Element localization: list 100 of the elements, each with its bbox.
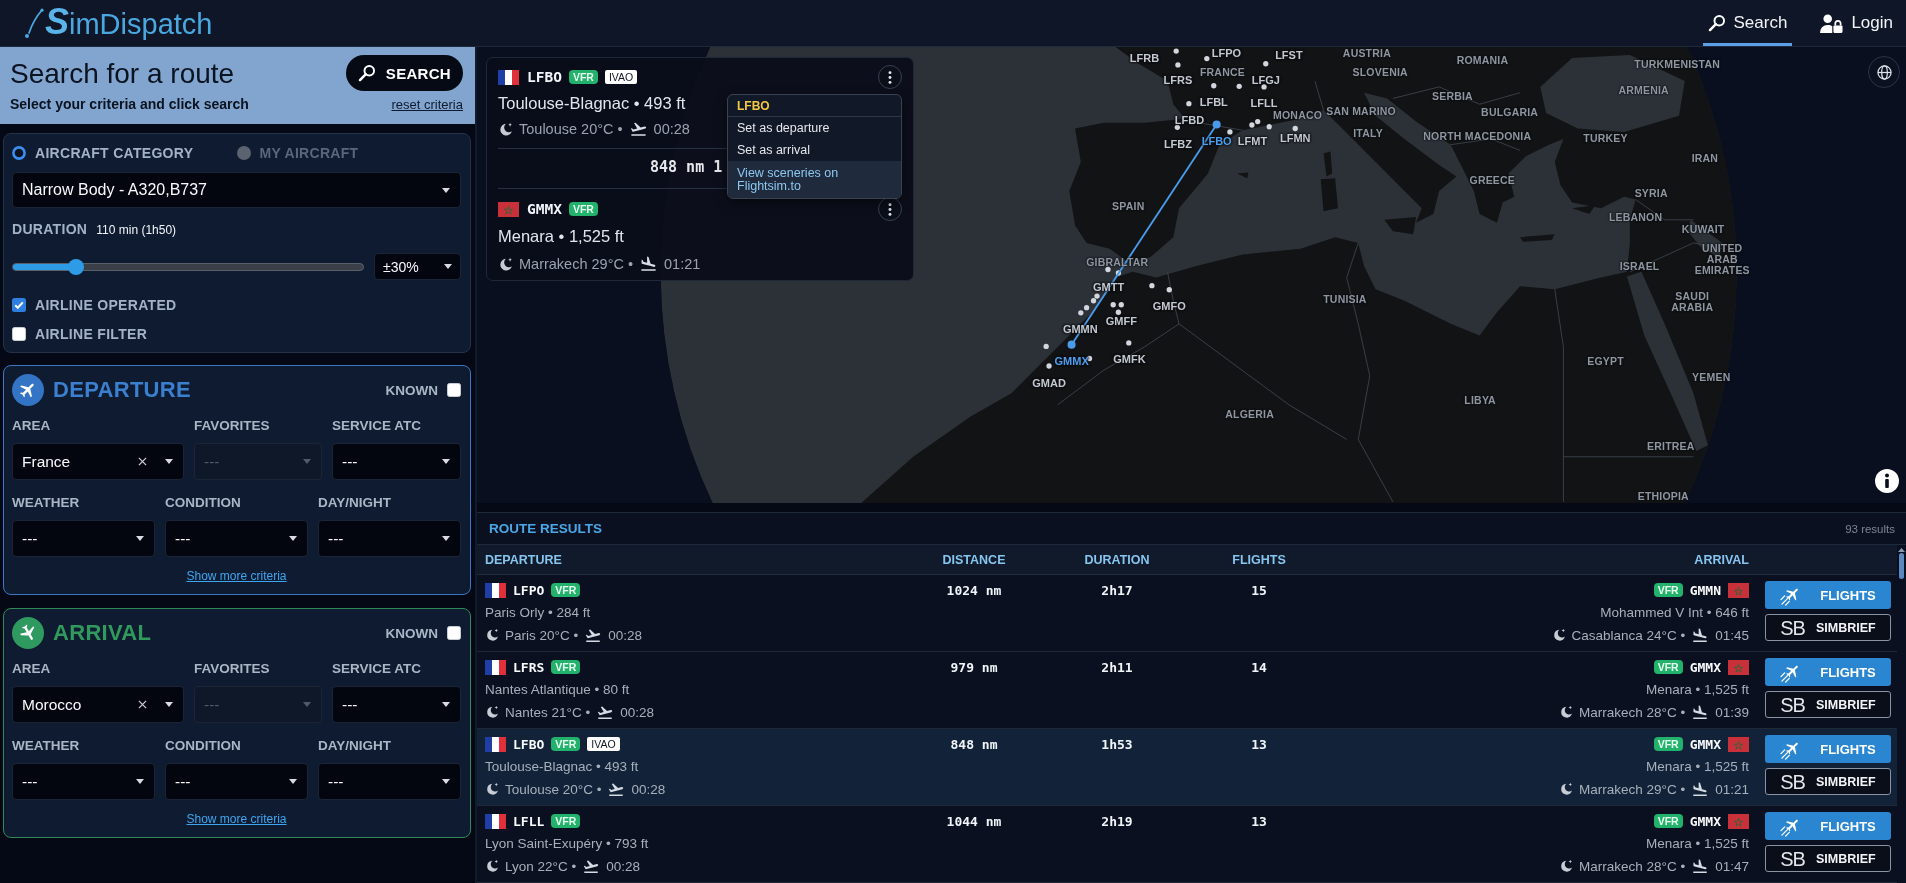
simbrief-button[interactable]: SB SIMBRIEF [1765,845,1891,872]
airport-label[interactable]: GMMX [1054,355,1089,368]
checkbox[interactable] [12,327,26,341]
airport-marker[interactable] [1110,302,1116,308]
airport-label[interactable]: LFBD [1174,114,1205,127]
dropdown[interactable]: ±30% [374,253,461,280]
nav-tab[interactable]: Login [1815,0,1898,46]
dropdown[interactable]: --- [318,763,461,800]
dropdown[interactable]: --- [332,443,461,480]
simbrief-button[interactable]: SB SIMBRIEF [1765,691,1891,718]
dropdown[interactable]: --- [12,763,155,800]
airport-marker[interactable] [1090,298,1097,304]
flight-rules-badge: VFR [551,737,581,751]
radio-label[interactable]: AIRCRAFT CATEGORY [35,145,194,161]
search-button[interactable]: SEARCH [345,55,463,91]
menu-item[interactable]: View sceneries on Flightsim.to [728,161,901,198]
show-more-link[interactable]: Show more criteria [186,569,287,583]
airport-marker[interactable] [1292,125,1298,132]
airport-label[interactable]: GMFF [1105,315,1137,328]
menu-item[interactable]: Set as departure [728,117,901,139]
checkbox-label[interactable]: KNOWN [385,382,438,398]
flights-button[interactable]: FLIGHTS [1765,812,1891,840]
airport-marker[interactable] [1083,305,1090,311]
airport-label[interactable]: GMFK [1113,352,1146,365]
checkbox[interactable] [12,298,26,312]
airport-marker[interactable] [1046,363,1052,369]
checkbox-label[interactable]: AIRLINE OPERATED [35,297,177,313]
flag-icon [1728,582,1749,598]
airport-marker[interactable] [1255,118,1261,125]
airport-label[interactable]: LFRB [1129,51,1160,64]
logo-text[interactable]: SimDispatch [45,4,213,42]
dropdown[interactable]: --- [318,520,461,557]
radio-button[interactable] [236,146,251,160]
airport-marker[interactable] [1174,124,1180,130]
airport-label[interactable]: LFPO [1211,47,1242,60]
airport-marker[interactable] [1149,283,1155,289]
menu-item[interactable]: Set as arrival [728,139,901,161]
dropdown[interactable]: --- [165,520,308,557]
result-row[interactable]: LFBO VFR IVAO Toulouse-Blagnac • 493 ft Toulouse 20°C • 00:28 848 nm 1h53 13 VFR GMMX Menara • 1,525 ft Marrakech 29°C • 01:21 FLIGHTS SB SIMBRIEF [477,729,1897,806]
checkbox-label[interactable]: AIRLINE FILTER [35,326,148,342]
airport-marker[interactable] [1105,266,1111,273]
dropdown[interactable]: --- [165,763,308,800]
map-label: TURKEY [1583,132,1628,144]
dropdown[interactable]: --- [12,520,155,557]
more-button[interactable] [878,65,902,89]
airport-label[interactable]: LFMN [1280,132,1311,145]
flights-button[interactable]: FLIGHTS [1765,735,1891,763]
checkbox-label[interactable]: KNOWN [385,625,438,641]
time-text: 01:21 [664,256,701,272]
clear-icon[interactable] [138,457,147,466]
dropdown[interactable]: France [12,443,184,480]
radio-button[interactable] [12,146,26,160]
scroll-up-icon[interactable] [1898,548,1905,552]
airport-label[interactable]: LFMT [1237,134,1268,147]
airport-marker[interactable] [1227,129,1233,135]
airport-label[interactable]: GMFO [1152,300,1186,313]
airport-marker[interactable] [1118,302,1124,308]
airport-marker[interactable] [1126,340,1132,346]
airport-marker[interactable] [1266,124,1272,130]
flights-button[interactable]: FLIGHTS [1765,658,1891,686]
airport-marker[interactable] [1236,83,1242,89]
airport-label[interactable]: LFRS [1163,73,1193,86]
slider-thumb[interactable] [68,258,84,275]
airport-label[interactable]: LFBZ [1163,137,1192,150]
simbrief-button[interactable]: SB SIMBRIEF [1765,768,1891,795]
info-button[interactable] [1875,469,1899,493]
flights-button[interactable]: FLIGHTS [1765,581,1891,609]
airport-marker[interactable] [1043,343,1049,350]
more-button[interactable] [878,197,902,221]
airport-marker[interactable] [1175,62,1181,68]
airport-marker[interactable] [1263,61,1269,67]
airport-marker[interactable] [1115,270,1122,276]
airport-marker[interactable] [1249,122,1255,128]
simbrief-button[interactable]: SB SIMBRIEF [1765,614,1891,641]
flight-rules-badge: VFR [1653,660,1683,674]
airport-label[interactable]: LFBL [1199,95,1228,108]
show-more-link[interactable]: Show more criteria [186,812,287,826]
scrollbar-thumb[interactable] [1899,553,1904,579]
airport-label[interactable]: LFST [1275,48,1303,61]
airport-marker[interactable] [1261,84,1267,90]
dropdown[interactable]: Morocco [12,686,184,723]
dropdown[interactable]: --- [332,686,461,723]
airport-label[interactable]: LFLL [1250,96,1278,109]
clear-icon[interactable] [138,700,147,709]
dropdown[interactable]: Narrow Body - A320,B737 [12,172,461,208]
airport-marker[interactable] [1166,287,1172,293]
airport-marker[interactable] [1173,48,1179,54]
airport-marker[interactable] [1211,83,1217,89]
airport-label[interactable]: LFGJ [1251,74,1280,87]
result-row[interactable]: LFLL VFR Lyon Saint-Exupéry • 793 ft Lyon 22°C • 00:28 1044 nm 2h19 13 VFR GMMX Menara • 1,525 ft Marrakech 28°C • 01:47 FLIGHTS SB SIMBRIEF [477,806,1897,883]
airport-marker[interactable] [1078,310,1084,316]
airport-label[interactable]: GMAD [1032,376,1066,389]
airport-marker[interactable] [1094,293,1100,299]
airport-marker[interactable] [1115,309,1122,315]
result-row[interactable]: LFPO VFR Paris Orly • 284 ft Paris 20°C • 00:28 1024 nm 2h17 15 VFR GMMN Mohammed V Int • 646 ft Casablanca 24°C • 01:45 FLIGHTS SB SIMBRIEF [477,575,1897,652]
checkbox[interactable] [447,626,461,640]
checkbox[interactable] [447,383,461,397]
airport-marker[interactable] [1186,101,1192,107]
airport-marker[interactable] [1204,55,1210,62]
reset-link[interactable]: reset criteria [391,98,463,112]
